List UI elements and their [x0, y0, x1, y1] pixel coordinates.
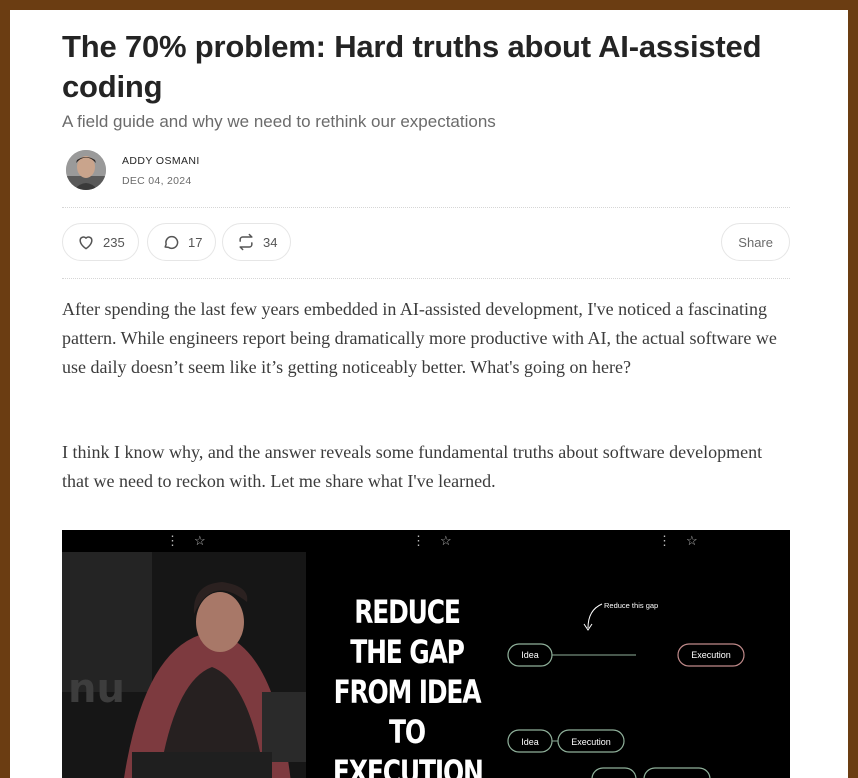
share-button[interactable]: Share — [721, 223, 790, 261]
paragraph: After spending the last few years embedd… — [62, 299, 777, 377]
post-actions: 235 17 34 Share — [62, 223, 790, 263]
paragraph: I think I know why, and the answer revea… — [62, 442, 763, 491]
comment-count: 17 — [188, 234, 203, 250]
post-date: DEC 04, 2024 — [122, 175, 192, 187]
image-toolbar: ⋮ ☆ ⋮ ☆ ⋮ ☆ — [62, 530, 790, 552]
diagram-node-idea: Idea — [521, 737, 539, 747]
heart-icon — [76, 232, 96, 252]
more-vertical-icon[interactable]: ⋮ — [166, 533, 179, 549]
article-subtitle: A field guide and why we need to rethink… — [62, 112, 496, 131]
star-icon[interactable]: ☆ — [194, 533, 206, 549]
avatar[interactable] — [66, 150, 106, 190]
like-count: 235 — [103, 234, 125, 250]
star-icon[interactable]: ☆ — [686, 533, 698, 549]
hero-headline: REDUCE THE GAP FROM IDEA TO EXECUTION — [332, 593, 484, 778]
comment-icon — [161, 232, 181, 252]
page-frame: The 70% problem: Hard truths about AI-as… — [10, 10, 848, 778]
author-name[interactable]: ADDY OSMANI — [122, 155, 200, 167]
restack-button[interactable]: 34 — [222, 223, 292, 261]
more-vertical-icon[interactable]: ⋮ — [412, 533, 425, 549]
article-title: The 70% problem: Hard truths about AI-as… — [62, 29, 762, 104]
star-icon[interactable]: ☆ — [440, 533, 452, 549]
diagram-annotation: Reduce this gap — [604, 601, 658, 610]
like-button[interactable]: 235 — [62, 223, 139, 261]
speaker-photo: nu — [62, 552, 306, 778]
comment-button[interactable]: 17 — [147, 223, 217, 261]
restack-count: 34 — [263, 234, 278, 250]
diagram-node-execution: Execution — [691, 650, 731, 660]
svg-text:nu: nu — [68, 666, 125, 712]
diagram-node-execution: Execution — [571, 737, 611, 747]
share-label: Share — [738, 234, 773, 250]
divider — [62, 278, 790, 280]
more-vertical-icon[interactable]: ⋮ — [658, 533, 671, 549]
hero-image[interactable]: ⋮ ☆ ⋮ ☆ ⋮ ☆ nu REDUCE THE GAP FROM IDEA … — [62, 530, 790, 778]
restack-icon — [236, 232, 256, 252]
diagram-node-idea: Idea — [521, 650, 539, 660]
divider — [62, 207, 790, 209]
gap-diagram: Reduce this gap Idea Execution Idea Exec… — [507, 601, 745, 778]
